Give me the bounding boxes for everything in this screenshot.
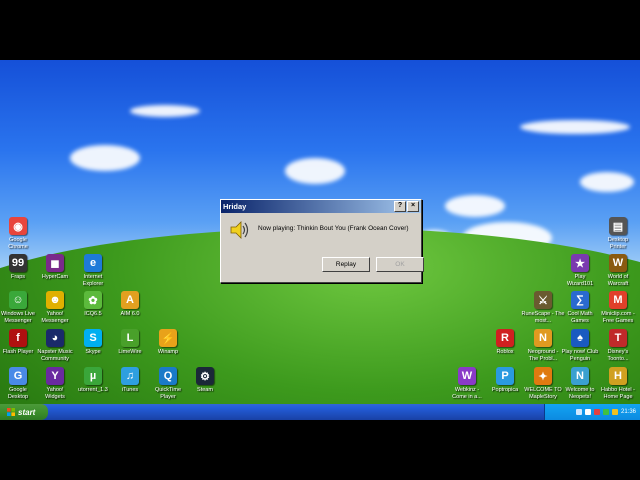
chrome-icon: ◉ — [9, 217, 27, 235]
desktop-icon-google-chrome[interactable]: ◉ Google Chrome — [0, 217, 47, 250]
utorrent-icon: µ — [84, 367, 102, 385]
ie-icon: e — [84, 254, 102, 272]
poptropica-icon: P — [496, 367, 514, 385]
yahoo-messenger-icon: ☻ — [46, 291, 64, 309]
fraps-icon: 99 — [9, 254, 27, 272]
quicktime-icon: Q — [159, 367, 177, 385]
desktop-icon-label: Skype — [85, 349, 101, 355]
steam-icon: ⚙ — [196, 367, 214, 385]
desktop-icon-internet-explorer[interactable]: e Internet Explorer — [64, 254, 122, 287]
desktop-icon-label: Winamp — [157, 349, 179, 355]
desktop-icon-world-of-warcraft[interactable]: W World of Warcraft — [589, 254, 640, 287]
desktop-icon-desktop-printer[interactable]: ▤ Desktop Printer — [589, 217, 640, 250]
printer-icon: ▤ — [609, 217, 627, 235]
aim-icon: A — [121, 291, 139, 309]
wow-icon: W — [609, 254, 627, 272]
now-playing-message: Now playing: Thinkin Bout You (Frank Oce… — [258, 225, 409, 232]
dialog-titlebar[interactable]: Hriday ? × — [221, 200, 421, 213]
cloud — [580, 172, 634, 192]
help-button[interactable]: ? — [394, 201, 406, 212]
limewire-icon: L — [121, 329, 139, 347]
desktop-icon-label: World of Warcraft — [607, 274, 629, 287]
desktop-icon-label: Desktop Printer — [607, 237, 629, 250]
miniclip-icon: M — [609, 291, 627, 309]
maplestory-icon: ✦ — [534, 367, 552, 385]
desktop-icon-miniclip-com-free-games[interactable]: M Miniclip.com - Free Games — [589, 291, 640, 324]
neoground-icon: N — [534, 329, 552, 347]
napster-icon: ◕ — [46, 329, 64, 347]
desktop-icon-label: AIM 6.0 — [120, 311, 140, 317]
desktop-icon-winamp[interactable]: ⚡ Winamp — [139, 329, 197, 356]
cloud — [520, 120, 630, 134]
desktop-icon-label: Roblox — [496, 349, 514, 355]
itunes-icon: ♫ — [121, 367, 139, 385]
desktop-icon-label: Yahoo! Widgets — [45, 387, 65, 400]
start-label: start — [18, 407, 36, 417]
tray-network-icon[interactable] — [575, 409, 582, 415]
system-tray: 21:36 — [544, 404, 640, 420]
start-button[interactable]: start — [0, 404, 48, 420]
neopets-icon: N — [571, 367, 589, 385]
msn-icon: ☺ — [9, 291, 27, 309]
tray-update-icon[interactable] — [611, 409, 618, 415]
runescape-icon: ⚔ — [534, 291, 552, 309]
desktop-icon-label: Steam — [197, 387, 213, 393]
flash-icon: f — [9, 329, 27, 347]
tray-security-icon[interactable] — [593, 409, 600, 415]
desktop-icon-aim-6-0[interactable]: A AIM 6.0 — [101, 291, 159, 318]
dialog-title: Hriday — [223, 202, 247, 211]
speaker-icon — [229, 220, 251, 245]
cloud — [285, 158, 345, 184]
desktop-icon-label: ICQ6.5 — [84, 311, 102, 317]
cloud — [70, 145, 140, 171]
coolmath-icon: ∑ — [571, 291, 589, 309]
winamp-icon: ⚡ — [159, 329, 177, 347]
desktop-icon-label: Habbo Hotel - Home Page — [601, 387, 635, 400]
webkinz-icon: W — [458, 367, 476, 385]
taskbar-clock: 21:36 — [620, 409, 636, 415]
icq-icon: ✿ — [84, 291, 102, 309]
desktop-icon-label: Miniclip.com - Free Games — [601, 311, 635, 324]
tray-volume-icon[interactable] — [584, 409, 591, 415]
clubpenguin-icon: ♠ — [571, 329, 589, 347]
desktop-icon-habbo-hotel-home-page[interactable]: H Habbo Hotel - Home Page — [589, 367, 640, 400]
taskbar: start 21:36 — [0, 404, 640, 420]
yahoo-widgets-icon: Y — [46, 367, 64, 385]
tray-messenger-icon[interactable] — [602, 409, 609, 415]
habbo-icon: H — [609, 367, 627, 385]
now-playing-dialog: Hriday ? × Now playing: Thinkin Bout You… — [220, 199, 424, 283]
cloud — [130, 105, 200, 117]
close-button[interactable]: × — [407, 201, 419, 212]
ok-button[interactable]: OK — [376, 257, 424, 272]
google-desktop-icon: G — [9, 367, 27, 385]
skype-icon: S — [84, 329, 102, 347]
cloud — [445, 195, 505, 217]
desktop-icon-label: iTunes — [121, 387, 139, 393]
desktop-icon-label: Internet Explorer — [82, 274, 104, 287]
toontown-icon: T — [609, 329, 627, 347]
desktop-icon-steam[interactable]: ⚙ Steam — [176, 367, 234, 394]
roblox-icon: R — [496, 329, 514, 347]
hypercam-icon: ◼ — [46, 254, 64, 272]
windows-logo-icon — [7, 408, 15, 416]
desktop-icon-label: Fraps — [10, 274, 26, 280]
wizard101-icon: ★ — [571, 254, 589, 272]
desktop-icon-label: Google Chrome — [8, 237, 28, 250]
desktop-icon-disney-s-toonto[interactable]: T Disney's Toonto... — [589, 329, 640, 362]
desktop-icon-label: Disney's Toonto... — [607, 349, 629, 362]
replay-button[interactable]: Replay — [322, 257, 370, 272]
